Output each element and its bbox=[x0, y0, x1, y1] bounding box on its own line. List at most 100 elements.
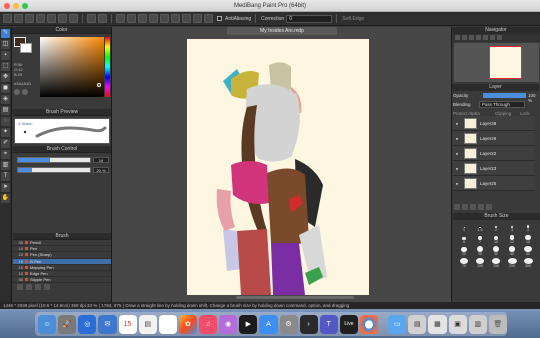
canvas-horizontal-scrollbar[interactable] bbox=[236, 296, 354, 299]
eye-icon[interactable]: ● bbox=[453, 151, 461, 156]
ruler-icon[interactable] bbox=[182, 14, 191, 23]
eyedropper-tool-icon[interactable]: ⌖ bbox=[1, 150, 10, 159]
layer-opacity-slider[interactable] bbox=[483, 93, 526, 98]
grid-icon[interactable] bbox=[160, 14, 169, 23]
flip-horizontal-icon[interactable] bbox=[497, 35, 502, 40]
share-icon[interactable] bbox=[69, 14, 78, 23]
brush-size-option[interactable]: 2 bbox=[489, 222, 503, 232]
eye-icon[interactable]: ● bbox=[453, 136, 461, 141]
new-file-icon[interactable] bbox=[14, 14, 23, 23]
podcasts-icon[interactable]: ◉ bbox=[219, 314, 238, 334]
blending-select[interactable]: Pass Through bbox=[479, 101, 525, 108]
transform-icon[interactable] bbox=[149, 14, 158, 23]
brush-size-option[interactable]: 5 bbox=[457, 234, 471, 244]
settings-icon[interactable] bbox=[204, 14, 213, 23]
music-icon[interactable]: ♫ bbox=[199, 314, 218, 334]
apple-tv-icon[interactable]: ▶ bbox=[239, 314, 258, 334]
brush-size-option[interactable]: 300 bbox=[521, 258, 535, 268]
delete-brush-icon[interactable] bbox=[44, 284, 50, 291]
brush-size-option[interactable]: 4 bbox=[521, 222, 535, 232]
duplicate-layer-icon[interactable] bbox=[470, 204, 476, 210]
brush-size-option[interactable]: 40 bbox=[505, 246, 519, 256]
layer-row[interactable]: ● Layer22 bbox=[453, 146, 535, 161]
redo-icon[interactable] bbox=[98, 14, 107, 23]
select-tool-icon[interactable]: ⬚ bbox=[1, 62, 10, 71]
mail-icon[interactable]: ✉ bbox=[98, 314, 117, 334]
saturation-value-picker[interactable] bbox=[40, 37, 104, 97]
calendar-icon[interactable]: 15 bbox=[118, 314, 137, 334]
brush-size-option[interactable]: 30 bbox=[489, 246, 503, 256]
chat-icon[interactable] bbox=[25, 14, 34, 23]
merge-layer-icon[interactable] bbox=[478, 204, 484, 210]
shape-tool-icon[interactable]: ◼ bbox=[1, 84, 10, 93]
medibang-icon[interactable] bbox=[360, 314, 379, 334]
brush-opacity-slider[interactable] bbox=[17, 167, 91, 173]
actual-size-icon[interactable] bbox=[476, 35, 481, 40]
zoom-in-icon[interactable] bbox=[455, 35, 460, 40]
eraser-tool-icon[interactable]: ◫ bbox=[1, 40, 10, 49]
system-preferences-icon[interactable]: ⚙ bbox=[279, 314, 298, 334]
brush-opacity-value[interactable]: 20 % bbox=[93, 167, 109, 173]
snap-icon[interactable] bbox=[171, 14, 180, 23]
antialiasing-checkbox[interactable] bbox=[217, 16, 222, 21]
gradient-tool-icon[interactable]: ▤ bbox=[1, 106, 10, 115]
reminders-icon[interactable]: ☰ bbox=[158, 314, 177, 334]
hand-tool-icon[interactable]: ✋ bbox=[1, 194, 10, 203]
brush-size-option[interactable]: 7 bbox=[473, 234, 487, 244]
brush-size-slider[interactable] bbox=[17, 157, 91, 163]
magic-wand-tool-icon[interactable]: ✦ bbox=[1, 128, 10, 137]
fill-selection-icon[interactable] bbox=[127, 14, 136, 23]
correction-select[interactable]: 0 bbox=[286, 14, 333, 23]
drawing-canvas[interactable] bbox=[187, 39, 369, 295]
layer-row[interactable]: ● Layer38 bbox=[453, 116, 535, 131]
launchpad-icon[interactable]: 🚀 bbox=[58, 314, 77, 334]
add-brush-icon[interactable] bbox=[17, 284, 23, 291]
eye-icon[interactable]: ● bbox=[453, 181, 461, 186]
trash-icon[interactable]: 🗑 bbox=[488, 314, 507, 334]
soft-edge-label[interactable]: Soft Edge bbox=[342, 16, 364, 22]
color-picker-cursor[interactable] bbox=[97, 83, 101, 87]
background-color-swatch[interactable] bbox=[20, 43, 32, 53]
terminal-icon[interactable]: › bbox=[299, 314, 318, 334]
operation-tool-icon[interactable]: ➤ bbox=[1, 183, 10, 192]
navigator-viewport-frame[interactable] bbox=[489, 46, 522, 79]
eye-icon[interactable]: ● bbox=[453, 121, 461, 126]
brush-size-option[interactable]: 20 bbox=[457, 246, 471, 256]
perspective-icon[interactable] bbox=[193, 14, 202, 23]
brush-size-option[interactable]: 1 bbox=[457, 222, 471, 232]
brush-size-option[interactable]: 1.5 bbox=[473, 222, 487, 232]
close-window-button[interactable] bbox=[4, 3, 10, 9]
invert-selection-icon[interactable] bbox=[138, 14, 147, 23]
move-tool-icon[interactable]: ✥ bbox=[1, 73, 10, 82]
undo-icon[interactable] bbox=[87, 14, 96, 23]
color-palette-icon[interactable] bbox=[22, 89, 28, 95]
text-tool-icon[interactable]: T bbox=[1, 172, 10, 181]
brush-settings-icon[interactable] bbox=[35, 284, 41, 291]
document-stack-icon[interactable]: ▤ bbox=[408, 314, 427, 334]
select-pen-tool-icon[interactable]: ✐ bbox=[1, 139, 10, 148]
fit-to-window-icon[interactable] bbox=[469, 35, 474, 40]
divide-tool-icon[interactable]: ▥ bbox=[1, 161, 10, 170]
teams-icon[interactable]: T bbox=[319, 314, 338, 334]
layer-row[interactable]: ● Layer25 bbox=[453, 176, 535, 191]
brush-size-option[interactable]: 15 bbox=[521, 234, 535, 244]
layer-row[interactable]: ● Layer26 bbox=[453, 131, 535, 146]
new-layer-icon[interactable] bbox=[454, 204, 460, 210]
deselect-icon[interactable] bbox=[116, 14, 125, 23]
cloud-icon[interactable] bbox=[58, 14, 67, 23]
ableton-live-icon[interactable]: Live bbox=[339, 314, 358, 334]
color-circle-icon[interactable] bbox=[14, 89, 20, 95]
zoom-window-button[interactable] bbox=[22, 3, 28, 9]
delete-layer-icon[interactable] bbox=[486, 204, 492, 210]
brush-size-option[interactable]: 10 bbox=[489, 234, 503, 244]
screenshot-stack-icon[interactable]: ▣ bbox=[448, 314, 467, 334]
hue-slider[interactable] bbox=[105, 37, 110, 97]
eye-icon[interactable]: ● bbox=[453, 166, 461, 171]
new-folder-icon[interactable] bbox=[462, 204, 468, 210]
finder-icon[interactable]: ☺ bbox=[38, 314, 57, 334]
brush-size-option[interactable]: 100 bbox=[473, 258, 487, 268]
downloads-folder-icon[interactable]: ▭ bbox=[388, 314, 407, 334]
brush-size-value[interactable]: 19 bbox=[93, 157, 109, 163]
safari-icon[interactable]: ◎ bbox=[78, 314, 97, 334]
notes-icon[interactable]: ▤ bbox=[138, 314, 157, 334]
